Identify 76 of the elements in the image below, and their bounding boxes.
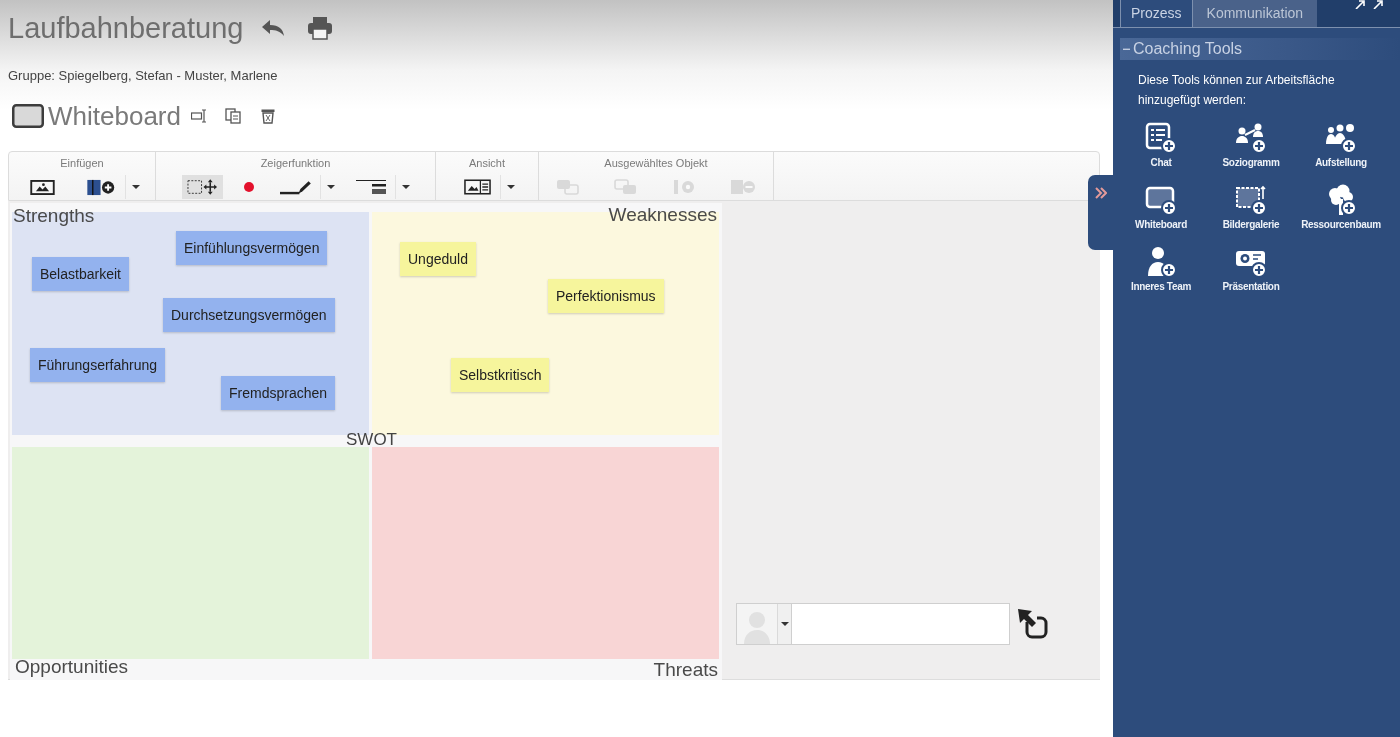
delete-button[interactable] xyxy=(260,108,275,124)
toolbar-group-label: Ansicht xyxy=(468,156,506,170)
rename-button[interactable] xyxy=(190,109,207,123)
undo-arrow-icon xyxy=(261,19,286,37)
overlap-icon xyxy=(556,179,580,195)
coaching-tool-button[interactable]: Whiteboard xyxy=(1116,184,1206,231)
page-title: Laufbahnberatung xyxy=(8,11,244,46)
select-move-icon xyxy=(186,179,218,195)
sticky-note[interactable]: Perfektionismus xyxy=(548,279,664,313)
dropdown-button[interactable] xyxy=(394,175,410,199)
coaching-tool-button[interactable]: Aufstellung xyxy=(1296,122,1386,169)
copy-icon xyxy=(224,108,241,124)
dropdown-button[interactable] xyxy=(124,175,140,199)
sidebar-tab[interactable]: Kommunikation xyxy=(1192,0,1318,27)
list-plus-icon xyxy=(1145,122,1177,154)
quadrant-label: Weaknesses xyxy=(608,203,717,227)
person-silhouette-icon xyxy=(742,610,772,644)
line-weight-icon xyxy=(355,180,386,194)
whiteboard-title: Whiteboard xyxy=(48,100,181,132)
quadrant-label: Strengths xyxy=(13,204,95,228)
coaching-tool-button[interactable]: Ressourcenbaum xyxy=(1296,184,1386,231)
tool-button[interactable] xyxy=(181,175,223,199)
picture-frame-icon xyxy=(1235,184,1267,216)
dropdown-button[interactable] xyxy=(319,175,335,199)
monitor-plus-icon xyxy=(1145,184,1177,216)
image-frame-icon xyxy=(29,179,55,195)
double-chevron-icon xyxy=(1094,187,1107,199)
section-title: Coaching Tools xyxy=(1133,39,1243,59)
swot-title: SWOT xyxy=(346,430,397,450)
arrow-box-icon xyxy=(1017,608,1049,640)
copy-button[interactable] xyxy=(224,108,241,124)
dot-icon xyxy=(243,182,254,192)
sidebar-tab[interactable]: Prozess xyxy=(1120,0,1193,27)
coaching-tool-button[interactable]: Inneres Team xyxy=(1116,246,1206,293)
sticky-note[interactable]: Ungeduld xyxy=(400,242,476,276)
share-button[interactable] xyxy=(1017,608,1049,640)
sticky-note[interactable]: Selbstkritisch xyxy=(451,358,550,392)
printer-icon xyxy=(307,16,334,40)
person-plus-icon xyxy=(1145,246,1177,278)
sticky-note[interactable]: Fremdsprachen xyxy=(221,376,336,410)
picture-list-icon xyxy=(464,179,491,195)
caret-icon xyxy=(131,185,140,189)
sticky-note[interactable]: Belastbarkeit xyxy=(32,257,129,291)
overlap-icon xyxy=(614,179,638,195)
people-network-icon xyxy=(1235,122,1267,154)
coaching-tool-button[interactable]: Bildergalerie xyxy=(1206,184,1296,231)
coaching-tool-button[interactable]: Soziogramm xyxy=(1206,122,1296,169)
dropdown-button[interactable] xyxy=(500,175,515,199)
group-names: Gruppe: Spiegelberg, Stefan - Muster, Marlene xyxy=(8,68,278,84)
sticky-note[interactable]: Einfühlungsvermögen xyxy=(176,231,328,265)
coaching-tool-button[interactable]: Präsentation xyxy=(1206,246,1296,293)
message-input[interactable] xyxy=(792,603,1010,645)
toolbar-group-label: Ausgewähltes Objekt xyxy=(604,156,708,170)
sticky-note[interactable]: Führungserfahrung xyxy=(30,348,166,382)
caret-icon xyxy=(507,185,515,189)
trash-icon xyxy=(260,108,275,124)
panel-toggle-button[interactable] xyxy=(1088,175,1113,250)
print-button[interactable] xyxy=(307,16,334,40)
section-description: Diese Tools können zur Arbeitsfläche hinzugefügt werden: xyxy=(1138,72,1336,109)
toolbar-group-label: Einfügen xyxy=(60,156,104,170)
pen-line-icon xyxy=(279,179,311,195)
quadrant-label: Threats xyxy=(653,658,718,682)
coaching-tool-button[interactable]: Chat xyxy=(1116,122,1206,169)
monitor-icon xyxy=(12,104,44,128)
toolbar-group-label: Zeigerfunktion xyxy=(260,156,331,170)
bar-gear-icon xyxy=(672,179,696,195)
people-group-icon xyxy=(1325,122,1357,154)
box-minus-icon xyxy=(730,179,756,195)
column-plus-icon xyxy=(86,178,116,196)
caret-icon xyxy=(401,185,410,189)
text-cursor-icon xyxy=(190,109,207,123)
sticky-note[interactable]: Durchsetzungsvermögen xyxy=(163,298,335,332)
back-button[interactable] xyxy=(261,19,286,37)
quadrant-label: Opportunities xyxy=(15,655,128,679)
caret-icon xyxy=(326,185,335,189)
caret-icon xyxy=(780,622,789,626)
